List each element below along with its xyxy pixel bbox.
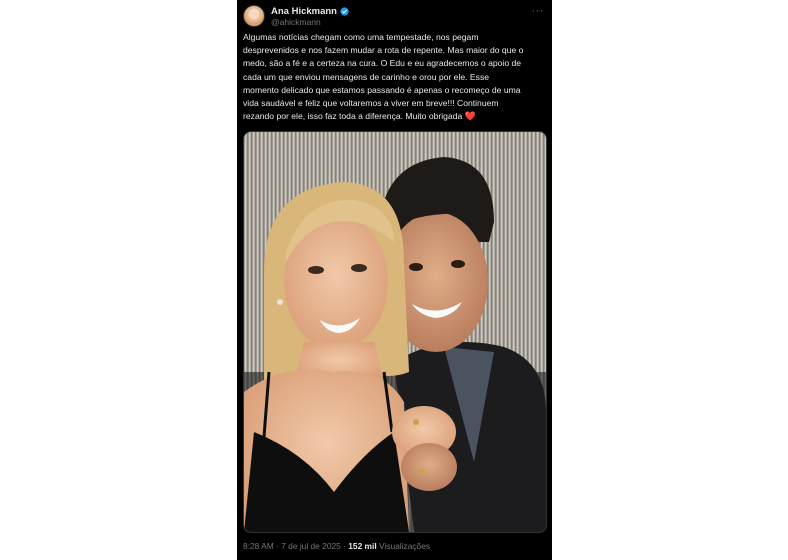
verified-badge-icon [340, 7, 349, 16]
tweet-photo[interactable] [243, 131, 547, 533]
avatar[interactable] [243, 5, 265, 27]
tweet-card: Ana Hickmann @ahickmann ··· Algumas notí… [237, 0, 552, 560]
author-name[interactable]: Ana Hickmann [271, 6, 337, 17]
tweet-body: Algumas notícias chegam como uma tempest… [243, 32, 524, 122]
couple-selfie-image [244, 132, 546, 532]
tweet-header: Ana Hickmann @ahickmann ··· [243, 5, 546, 29]
author-row: Ana Hickmann [271, 6, 349, 17]
heart-emoji: ❤️ [464, 111, 476, 122]
views-label: Visualizações [378, 541, 431, 551]
separator: · [276, 541, 279, 551]
separator: · [343, 541, 346, 551]
tweet-date[interactable]: 7 de jul de 2025 [281, 541, 341, 551]
more-horizontal-icon[interactable]: ··· [532, 5, 545, 17]
tweet-text: Algumas notícias chegam como uma tempest… [243, 31, 543, 123]
views-count: 152 mil [348, 541, 377, 551]
tweet-meta: 8:28 AM · 7 de jul de 2025 · 152 mil Vis… [243, 541, 430, 551]
tweet-time[interactable]: 8:28 AM [243, 541, 274, 551]
author-handle[interactable]: @ahickmann [271, 17, 321, 27]
